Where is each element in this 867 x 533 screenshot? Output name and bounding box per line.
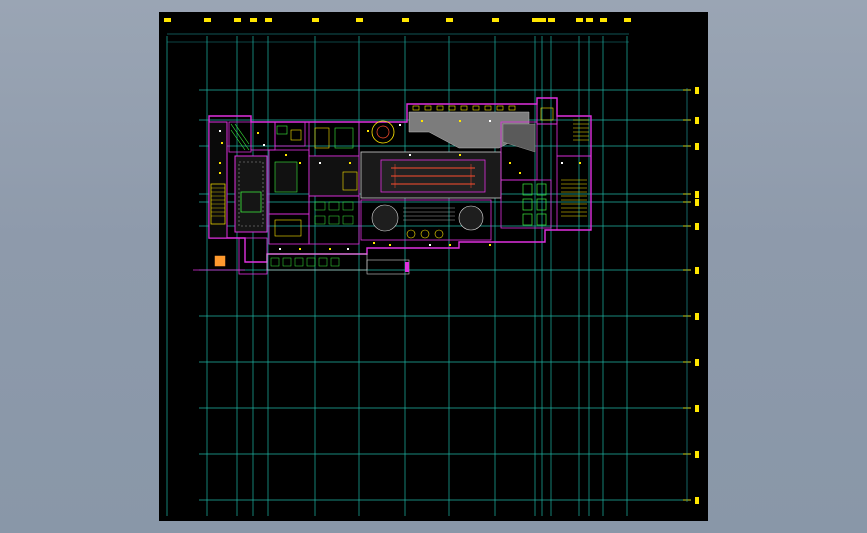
right-axis-tag-5: [695, 223, 699, 230]
room-b-fixture-2: [290, 129, 302, 141]
fixture-dot: [219, 172, 221, 174]
top-axis-tag-16: [624, 18, 631, 22]
fixture-dot: [329, 248, 331, 250]
fixture-dot: [319, 162, 321, 164]
service-room: [308, 195, 360, 245]
right-room-c: [556, 155, 592, 231]
horizontal-grid-lines: [199, 89, 691, 501]
fixture-dot: [459, 120, 461, 122]
right-axis-tag-7: [695, 313, 699, 320]
fixture-dot: [373, 242, 375, 244]
right-room-a-hatch: [502, 123, 536, 153]
right-axis-tag-3: [695, 191, 699, 198]
top-axis-tag-3: [250, 18, 257, 22]
right-room-c-stair: [561, 179, 587, 217]
round-feature: [371, 120, 395, 144]
room-d-fixture: [274, 219, 302, 237]
lobby-room: [234, 155, 268, 233]
fixture-dot: [459, 154, 461, 156]
round-tables-small: [406, 229, 444, 239]
left-wing-room: [208, 121, 228, 239]
top-axis-tag-10: [532, 18, 539, 22]
fixture-dot: [279, 248, 281, 250]
fixture-dot: [299, 248, 301, 250]
bottom-strip: [266, 253, 368, 271]
floor-plan-drawing: [164, 18, 699, 516]
right-axis-tag-11: [695, 497, 699, 504]
fixture-dot: [219, 130, 221, 132]
fixture-dot: [509, 162, 511, 164]
core-elevator: [314, 127, 330, 149]
fixture-dot: [579, 162, 581, 164]
right-axis-tag-6: [695, 267, 699, 274]
fixture-dot: [421, 120, 423, 122]
fixture-dot: [347, 248, 349, 250]
fixture-dot: [349, 162, 351, 164]
fixture-dot: [449, 244, 451, 246]
top-axis-tag-8: [446, 18, 453, 22]
top-axis-tag-15: [600, 18, 607, 22]
top-axis-tag-5: [312, 18, 319, 22]
service-fixtures: [314, 201, 354, 225]
right-axis-tag-2: [695, 143, 699, 150]
top-axis-tag-1: [204, 18, 211, 22]
round-table-large-left: [371, 204, 399, 232]
right-axis-tag-0: [695, 87, 699, 94]
top-axis-tag-14: [586, 18, 593, 22]
top-axis-tag-6: [356, 18, 363, 22]
top-axis-tag-7: [402, 18, 409, 22]
fixture-dot: [257, 132, 259, 134]
fixture-dot: [221, 142, 223, 144]
right-axis-tag-1: [695, 117, 699, 124]
seating-row: [412, 105, 516, 111]
right-room-b-stair: [573, 119, 589, 141]
fixture-dot: [561, 162, 563, 164]
fixture-dot: [367, 130, 369, 132]
right-axis-tag-9: [695, 405, 699, 412]
ramp: [366, 259, 410, 275]
round-feature-inner: [376, 125, 390, 139]
grid-rooms: [500, 179, 552, 229]
top-axis-tag-2: [234, 18, 241, 22]
cad-viewport[interactable]: [159, 12, 708, 521]
fixture-dot: [219, 162, 221, 164]
core-stair: [334, 127, 354, 149]
vertical-grid-lines: [166, 36, 628, 516]
top-axis-tag-0: [164, 18, 171, 22]
right-axis-tag-10: [695, 451, 699, 458]
fixture-dot: [285, 154, 287, 156]
right-axis-tags: [683, 87, 699, 504]
ramp-end: [405, 262, 409, 272]
orange-marker: [214, 255, 226, 267]
top-axis-tag-12: [548, 18, 555, 22]
right-axis-tag-8: [695, 359, 699, 366]
grid-room-cells: [522, 183, 547, 226]
top-axis-tag-4: [265, 18, 272, 22]
fixture-dot: [429, 244, 431, 246]
fixture-dot: [489, 120, 491, 122]
fixture-dot: [263, 144, 265, 146]
top-axis-tag-9: [492, 18, 499, 22]
top-axis-tags: [164, 18, 631, 22]
room-b-fixture: [276, 125, 288, 135]
room-c-furniture: [274, 161, 298, 193]
right-axis-tag-4: [695, 199, 699, 206]
fixture-dot: [389, 244, 391, 246]
fixture-dot: [399, 124, 401, 126]
top-axis-tag-13: [576, 18, 583, 22]
fixture-dot: [489, 244, 491, 246]
lounge-hatch: [403, 207, 455, 221]
bottom-strip-fixtures: [270, 257, 340, 267]
core-room: [308, 121, 360, 157]
round-table-large-right: [458, 205, 484, 231]
fixture-dot: [299, 162, 301, 164]
fixture-dot: [519, 172, 521, 174]
fixture-dot: [409, 154, 411, 156]
top-axis-tag-11: [539, 18, 546, 22]
